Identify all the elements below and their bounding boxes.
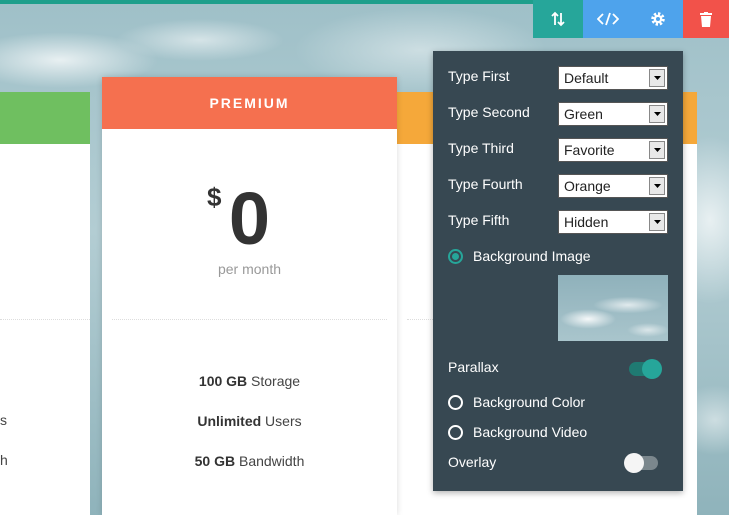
left-card-divider [0,319,90,320]
background-video-label: Background Video [473,424,588,440]
type-fourth-value: Orange [564,178,611,194]
feature-value: 50 GB [194,453,236,469]
settings-panel: Type First Default Type Second Green Typ… [433,51,683,491]
type-fifth-select[interactable]: Hidden [558,210,668,234]
pricing-card-premium: PREMIUM $ 0 per month 100 GB Storage Unl… [102,77,397,515]
left-card-feature-fragment: s [0,412,7,428]
type-fifth-label: Type Fifth [448,212,510,228]
type-second-select[interactable]: Green [558,102,668,126]
background-color-label: Background Color [473,394,586,410]
type-third-value: Favorite [564,142,615,158]
plan-name: PREMIUM [102,77,397,129]
price-amount: 0 [228,177,271,260]
type-first-value: Default [564,70,609,86]
type-third-label: Type Third [448,140,514,156]
type-second-value: Green [564,106,603,122]
move-button[interactable] [533,0,583,38]
background-color-radio[interactable] [448,395,463,410]
feature-item: 50 GB Bandwidth [102,453,397,469]
toggle-knob [624,453,644,473]
toggle-knob [642,359,662,379]
trash-icon [700,11,712,27]
pricing-card-left-header [0,92,90,144]
feature-value: Unlimited [197,413,262,429]
type-fourth-select[interactable]: Orange [558,174,668,198]
feature-label: Users [261,413,302,429]
pricing-card-left [0,92,90,515]
type-second-label: Type Second [448,104,530,120]
background-video-radio[interactable] [448,425,463,440]
parallax-toggle[interactable] [629,359,662,379]
feature-label: Storage [247,373,301,389]
type-fifth-value: Hidden [564,214,609,230]
arrows-up-down-icon [551,11,565,27]
settings-button[interactable] [633,0,683,38]
delete-button[interactable] [683,0,729,38]
type-third-select[interactable]: Favorite [558,138,668,162]
background-image-label: Background Image [473,248,591,264]
code-icon [597,12,619,26]
gear-icon [651,12,665,26]
overlay-toggle[interactable] [624,453,658,473]
chevron-down-icon [649,69,665,87]
overlay-label: Overlay [448,454,497,470]
price-period: per month [217,261,282,277]
feature-label: Bandwidth [235,453,305,469]
chevron-down-icon [649,105,665,123]
premium-card-divider [112,319,387,320]
right-card-divider [407,319,433,320]
price: $ 0 [102,177,397,261]
type-fourth-label: Type Fourth [448,176,523,192]
background-image-thumbnail[interactable] [558,275,668,341]
code-button[interactable] [583,0,633,38]
chevron-down-icon [649,213,665,231]
currency-symbol: $ [207,182,222,212]
type-first-select[interactable]: Default [558,66,668,90]
feature-item: Unlimited Users [102,413,397,429]
background-image-radio[interactable] [448,249,463,264]
parallax-label: Parallax [448,359,499,375]
left-card-feature-fragment: h [0,452,8,468]
feature-value: 100 GB [198,373,248,389]
chevron-down-icon [649,177,665,195]
chevron-down-icon [649,141,665,159]
feature-item: 100 GB Storage [102,373,397,389]
type-first-label: Type First [448,68,510,84]
